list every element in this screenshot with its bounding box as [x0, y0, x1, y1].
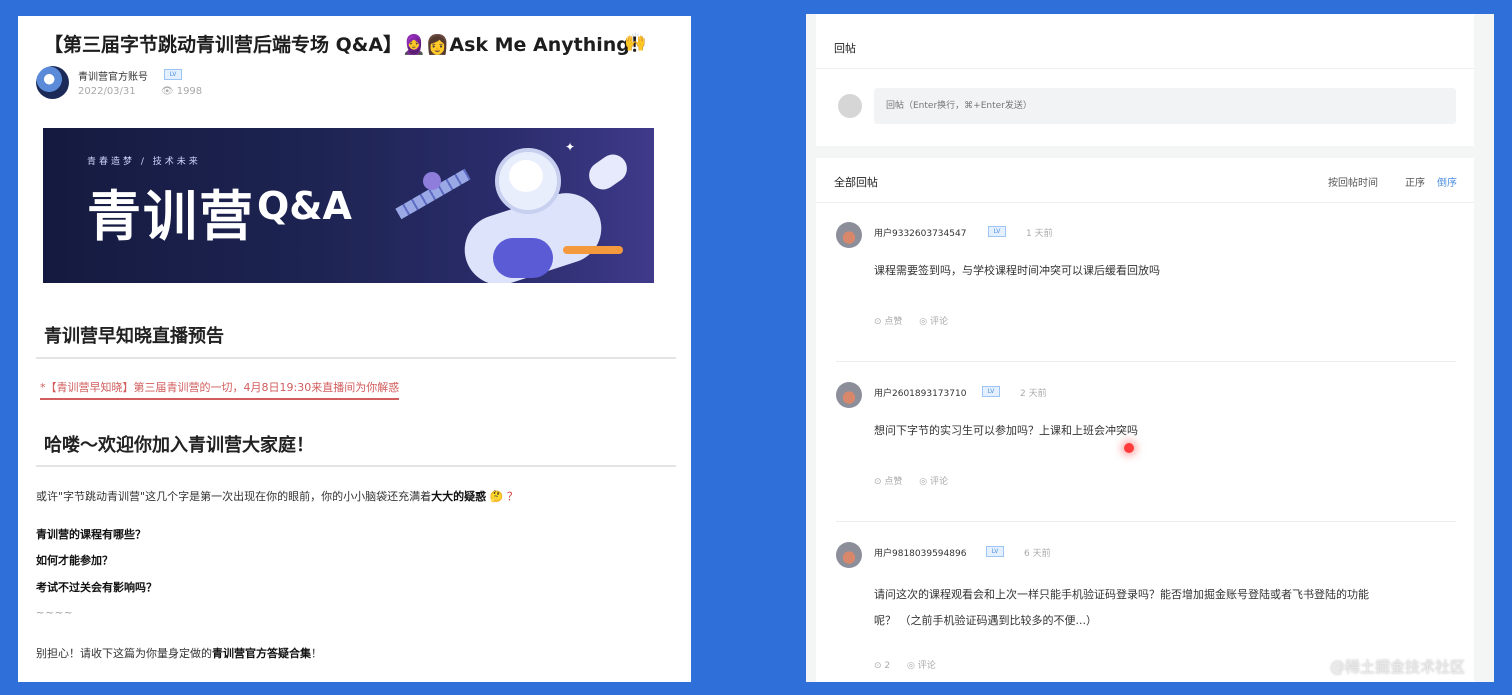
comment-username[interactable]: 用户2601893173710 — [874, 386, 966, 399]
like-button[interactable]: ⊙ 2 — [874, 661, 890, 671]
question-item: 青训营的课程有哪些？ — [36, 528, 146, 541]
banner-slogan: 青春造梦 / 技术未来 — [87, 157, 201, 167]
astronaut-arm-illustration — [583, 149, 633, 195]
article-meta: 2022/03/31 👁 1998 — [78, 86, 202, 97]
comment-username[interactable]: 用户9818039594896 — [874, 546, 966, 559]
current-user-avatar — [838, 94, 862, 118]
watermark: @稀土掘金技术社区 — [1330, 658, 1466, 676]
banner-accent — [563, 246, 623, 254]
replies-panel: 回帖 全部回帖 按回帖时间 正序 倒序 用户9332603734547 LV 1… — [806, 14, 1494, 682]
comment-time: 2 天前 — [1020, 389, 1047, 399]
question-item: 如何才能参加？ — [36, 554, 113, 567]
intro-paragraph: 或许"字节跳动青训营"这几个字是第一次出现在你的眼前，你的小小脑袋还充满着大大的… — [36, 490, 518, 503]
section-heading-live: 青训营早知晓直播预告 — [44, 326, 224, 347]
all-replies-title: 全部回帖 — [834, 176, 878, 189]
banner-title: 青训营 — [87, 185, 255, 248]
comment-text-line: 呢？ （之前手机验证码遇到比较多的不便...） — [874, 614, 1097, 627]
reply-box-title: 回帖 — [834, 42, 856, 55]
comment-text-line: 请问这次的课程观看会和上次一样只能手机验证码登录吗？能否增加掘金账号登陆或者飞书… — [874, 588, 1369, 601]
comment-avatar[interactable] — [836, 222, 862, 248]
comment-actions: ⊙ 2 ◎ 评论 — [874, 658, 950, 671]
article-panel: 【第三届字节跳动青训营后端专场 Q&A】🧕👩Ask Me Anything！ 🙌… — [18, 16, 691, 682]
like-button[interactable]: ⊙ 点赞 — [874, 477, 902, 487]
footer-paragraph: 别担心！请收下这篇为你量身定做的青训营官方答疑合集！ — [36, 647, 322, 660]
all-replies-card: 全部回帖 按回帖时间 正序 倒序 用户9332603734547 LV 1 天前… — [816, 158, 1474, 682]
hands-emoji-icon: 🙌 — [624, 32, 647, 53]
card-divider — [816, 68, 1474, 69]
article-date: 2022/03/31 — [78, 86, 136, 97]
sort-by-time[interactable]: 按回帖时间 — [1328, 174, 1378, 189]
live-preview-link[interactable]: *【青训营早知晓】第三届青训营的一切，4月8日19:30来直播间为你解惑 — [40, 379, 400, 400]
view-count: 👁 1998 — [160, 86, 203, 97]
planet-illustration — [423, 172, 441, 190]
thinking-emoji-icon: 🤔 — [489, 490, 504, 503]
comment-time: 1 天前 — [1026, 229, 1053, 239]
reply-input[interactable] — [874, 88, 1456, 124]
user-level-badge: LV — [986, 546, 1004, 557]
comment-avatar[interactable] — [836, 382, 862, 408]
astronaut-face-illustration — [509, 160, 543, 192]
section-heading-welcome: 哈喽～欢迎你加入青训营大家庭！ — [44, 435, 314, 456]
comment-username[interactable]: 用户9332603734547 — [874, 226, 966, 239]
question-item: 考试不过关会有影响吗？ — [36, 581, 157, 594]
article-title: 【第三届字节跳动青训营后端专场 Q&A】🧕👩Ask Me Anything！ — [44, 34, 649, 56]
user-level-badge: LV — [988, 226, 1006, 237]
user-level-badge: LV — [982, 386, 1000, 397]
banner-qa: Q&A — [257, 184, 352, 228]
comment-button[interactable]: ◎ 评论 — [919, 317, 948, 327]
separator-text: ~~~~ — [36, 608, 74, 619]
comment-divider — [836, 521, 1456, 522]
reply-box-card: 回帖 — [816, 14, 1474, 146]
sort-desc-button[interactable]: 倒序 — [1437, 174, 1457, 189]
comment-button[interactable]: ◎ 评论 — [919, 477, 948, 487]
heading-divider — [36, 357, 676, 359]
comment-time: 6 天前 — [1024, 549, 1051, 559]
comment-actions: ⊙ 点赞 ◎ 评论 — [874, 314, 962, 327]
comment-avatar[interactable] — [836, 542, 862, 568]
heading-divider — [36, 465, 676, 467]
author-avatar[interactable] — [36, 66, 69, 99]
comment-actions: ⊙ 点赞 ◎ 评论 — [874, 474, 962, 487]
author-level-badge: LV — [164, 69, 182, 80]
article-banner: 青春造梦 / 技术未来 青训营 Q&A ✦ — [43, 128, 654, 283]
comment-button[interactable]: ◎ 评论 — [907, 661, 936, 671]
cursor-indicator — [1124, 443, 1134, 453]
star-icon: ✦ — [565, 140, 576, 154]
comment-divider — [836, 361, 1456, 362]
sort-asc-button[interactable]: 正序 — [1405, 174, 1425, 189]
astronaut-leg-illustration — [493, 238, 553, 278]
author-name[interactable]: 青训营官方账号 — [78, 68, 148, 83]
like-button[interactable]: ⊙ 点赞 — [874, 317, 902, 327]
comment-text: 想问下字节的实习生可以参加吗？上课和上班会冲突吗 — [874, 424, 1138, 437]
card-divider — [816, 202, 1474, 203]
comment-text: 课程需要签到吗，与学校课程时间冲突可以课后缓看回放吗 — [874, 264, 1160, 277]
